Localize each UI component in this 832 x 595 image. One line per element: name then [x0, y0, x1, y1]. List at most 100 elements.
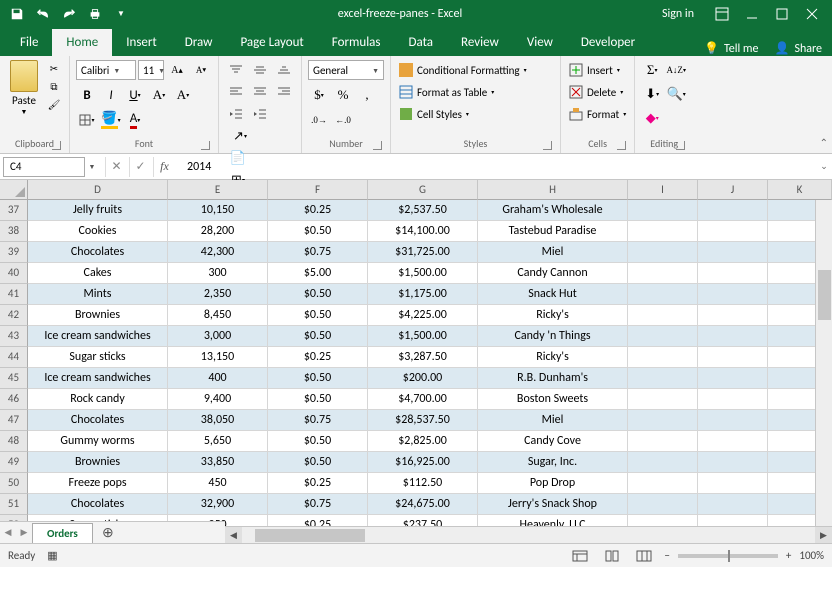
decrease-font-button[interactable]: A▾	[190, 60, 212, 80]
sheet-nav-prev[interactable]: ◀	[0, 523, 16, 543]
row-header[interactable]: 38	[0, 221, 28, 242]
delete-cells-button[interactable]: Delete▾	[569, 82, 626, 102]
cell[interactable]: $4,225.00	[368, 305, 478, 326]
cell[interactable]	[698, 242, 768, 263]
font-color2-button[interactable]: A▾	[172, 85, 194, 105]
cell[interactable]: Miel	[478, 410, 628, 431]
cell[interactable]	[698, 200, 768, 221]
row-header[interactable]: 42	[0, 305, 28, 326]
format-cells-button[interactable]: Format▾	[569, 104, 626, 124]
cell[interactable]: Candy 'n Things	[478, 326, 628, 347]
cell[interactable]: Ice cream sandwiches	[28, 326, 168, 347]
row-header[interactable]: 48	[0, 431, 28, 452]
tab-draw[interactable]: Draw	[171, 29, 227, 56]
cell[interactable]	[698, 368, 768, 389]
cell[interactable]: 3,000	[168, 326, 268, 347]
cell[interactable]: $112.50	[368, 473, 478, 494]
cell[interactable]: Sugar sticks	[28, 347, 168, 368]
underline-button[interactable]: U▾	[124, 85, 146, 105]
clear-button[interactable]: ◆▾	[641, 108, 663, 128]
cell[interactable]: Snack Hut	[478, 284, 628, 305]
row-header[interactable]: 44	[0, 347, 28, 368]
row-header[interactable]: 43	[0, 326, 28, 347]
cell[interactable]	[628, 473, 698, 494]
fill-color-button[interactable]: 🪣▾	[100, 110, 122, 130]
cell[interactable]: $0.50	[268, 326, 368, 347]
align-right-button[interactable]	[273, 82, 295, 102]
cell[interactable]: Jerry's Snack Shop	[478, 494, 628, 515]
cell[interactable]: Sugar, Inc.	[478, 452, 628, 473]
cell[interactable]: $0.50	[268, 284, 368, 305]
sheet-tab-orders[interactable]: Orders	[32, 523, 93, 543]
orientation-button[interactable]: ↗▾	[229, 126, 251, 146]
cell[interactable]	[628, 263, 698, 284]
horizontal-scrollbar[interactable]: ◀ ▶	[225, 526, 832, 543]
align-center-button[interactable]	[249, 82, 271, 102]
increase-indent-button[interactable]	[249, 104, 271, 124]
vertical-scrollbar[interactable]	[815, 200, 832, 526]
scroll-left-button[interactable]: ◀	[225, 527, 242, 544]
quickprint-button[interactable]	[84, 3, 106, 25]
increase-font-button[interactable]: A▴	[166, 60, 188, 80]
cell[interactable]: Candy Cove	[478, 431, 628, 452]
cell[interactable]: Gummy worms	[28, 431, 168, 452]
cell[interactable]	[698, 452, 768, 473]
cell[interactable]	[628, 368, 698, 389]
cell[interactable]	[698, 284, 768, 305]
normal-view-button[interactable]	[568, 547, 592, 565]
cell[interactable]: 2,350	[168, 284, 268, 305]
cell[interactable]: $14,100.00	[368, 221, 478, 242]
minimize-button[interactable]	[738, 3, 766, 25]
cell[interactable]: Tastebud Paradise	[478, 221, 628, 242]
cell[interactable]: Graham's Wholesale	[478, 200, 628, 221]
align-middle-button[interactable]	[249, 60, 271, 80]
cancel-formula-button[interactable]: ✕	[105, 157, 127, 177]
row-header[interactable]: 51	[0, 494, 28, 515]
copy-button[interactable]: ⧉	[45, 78, 63, 94]
format-as-table-button[interactable]: Format as Table▾	[399, 82, 552, 102]
maximize-button[interactable]	[768, 3, 796, 25]
cell[interactable]	[628, 389, 698, 410]
italic-button[interactable]: I	[100, 85, 122, 105]
tab-formulas[interactable]: Formulas	[318, 29, 395, 56]
cell[interactable]	[628, 410, 698, 431]
tab-view[interactable]: View	[513, 29, 567, 56]
fill-button[interactable]: ⬇▾	[641, 84, 663, 104]
cell[interactable]: Ricky's	[478, 347, 628, 368]
share-button[interactable]: 👤Share	[774, 41, 822, 56]
font-color-button[interactable]: A▾	[124, 110, 146, 130]
percent-button[interactable]: %	[332, 85, 354, 105]
cell[interactable]: $0.75	[268, 494, 368, 515]
cell[interactable]: Mints	[28, 284, 168, 305]
cell[interactable]	[628, 242, 698, 263]
cell[interactable]: 9,400	[168, 389, 268, 410]
cell[interactable]: Freeze pops	[28, 473, 168, 494]
sort-filter-button[interactable]: A↓Z▾	[665, 60, 687, 80]
cell[interactable]: R.B. Dunham's	[478, 368, 628, 389]
cell[interactable]	[628, 452, 698, 473]
align-top-button[interactable]	[225, 60, 247, 80]
name-box[interactable]: C4	[3, 157, 85, 177]
cell[interactable]: Brownies	[28, 452, 168, 473]
cell[interactable]	[628, 284, 698, 305]
cell[interactable]: Cakes	[28, 263, 168, 284]
cell[interactable]	[628, 200, 698, 221]
cell[interactable]: Pop Drop	[478, 473, 628, 494]
page-break-view-button[interactable]	[632, 547, 656, 565]
column-header[interactable]: H	[478, 180, 628, 200]
cell[interactable]: Ricky's	[478, 305, 628, 326]
decrease-indent-button[interactable]	[225, 104, 247, 124]
cell[interactable]	[628, 347, 698, 368]
cell[interactable]: $0.50	[268, 452, 368, 473]
font-size-select[interactable]: 11▼	[138, 60, 164, 80]
zoom-slider[interactable]	[678, 554, 778, 558]
enter-formula-button[interactable]: ✓	[129, 157, 151, 177]
redo-button[interactable]	[58, 3, 80, 25]
zoom-out-button[interactable]: −	[664, 549, 669, 562]
sheet-nav-next[interactable]: ▶	[16, 523, 32, 543]
cell[interactable]: $0.75	[268, 410, 368, 431]
conditional-formatting-button[interactable]: Conditional Formatting▾	[399, 60, 552, 80]
cell[interactable]: Brownies	[28, 305, 168, 326]
cell[interactable]	[698, 326, 768, 347]
increase-decimal-button[interactable]: .0→	[308, 110, 330, 130]
